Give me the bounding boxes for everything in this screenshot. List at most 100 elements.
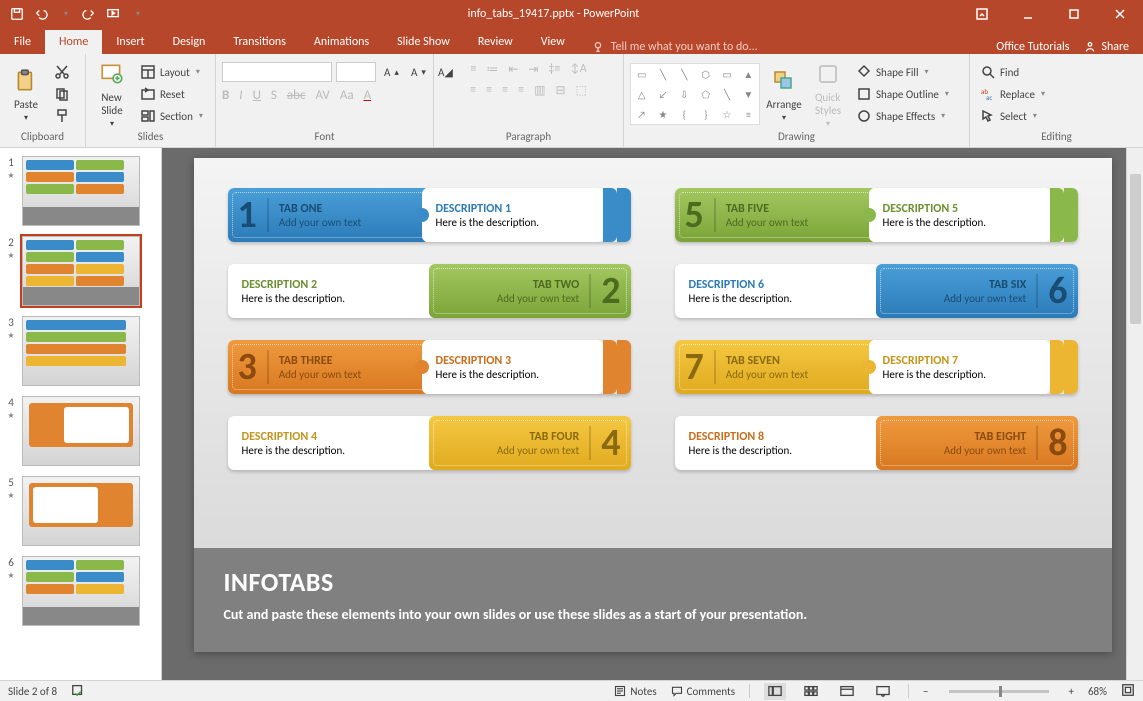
font-color-button[interactable]: A xyxy=(364,88,372,103)
zoom-slider[interactable] xyxy=(949,690,1049,693)
copy-button[interactable] xyxy=(50,84,74,104)
slideshow-view-button[interactable] xyxy=(872,683,894,700)
tab-transitions[interactable]: Transitions xyxy=(219,30,300,54)
infotab-7[interactable]: 7 TAB SEVENAdd your own text DESCRIPTION… xyxy=(675,340,1078,394)
line-spacing-button[interactable]: ‡≡ xyxy=(548,62,560,77)
cut-button[interactable] xyxy=(50,62,74,82)
minimize-button[interactable] xyxy=(1005,0,1051,28)
tab-numbox[interactable]: 6 TAB SIXAdd your own text xyxy=(876,264,1078,318)
slide-thumbnail-5[interactable]: 5★ xyxy=(4,476,157,546)
infotab-2[interactable]: DESCRIPTION 2 Here is the description. 2… xyxy=(228,264,631,318)
font-family-combo[interactable] xyxy=(222,62,332,82)
shadow-button[interactable]: S xyxy=(271,88,277,103)
tab-description[interactable]: DESCRIPTION 2 Here is the description. xyxy=(228,264,437,318)
infotab-3[interactable]: 3 TAB THREEAdd your own text DESCRIPTION… xyxy=(228,340,631,394)
tab-insert[interactable]: Insert xyxy=(102,30,158,54)
justify-button[interactable]: ≡ xyxy=(518,83,524,98)
tab-description[interactable]: DESCRIPTION 6 Here is the description. xyxy=(675,264,884,318)
tab-numbox[interactable]: 4 TAB FOURAdd your own text xyxy=(429,416,631,470)
tab-view[interactable]: View xyxy=(527,30,579,54)
redo-button[interactable] xyxy=(78,3,100,25)
columns-button[interactable]: ▥ xyxy=(534,83,545,98)
align-center-button[interactable]: ≡ xyxy=(486,83,492,98)
zoom-in-button[interactable]: + xyxy=(1069,685,1074,698)
infotab-1[interactable]: 1 TAB ONEAdd your own text DESCRIPTION 1… xyxy=(228,188,631,242)
decrease-indent-button[interactable]: ⇤ xyxy=(508,62,518,77)
new-slide-button[interactable]: New Slide ▾ xyxy=(92,59,132,129)
zoom-level[interactable]: 68% xyxy=(1088,685,1107,698)
format-painter-button[interactable] xyxy=(50,106,74,126)
zoom-out-button[interactable]: − xyxy=(923,685,928,698)
slide-canvas-area[interactable]: 1 TAB ONEAdd your own text DESCRIPTION 1… xyxy=(162,148,1143,680)
align-left-button[interactable]: ≡ xyxy=(470,83,476,98)
infotab-5[interactable]: 5 TAB FIVEAdd your own text DESCRIPTION … xyxy=(675,188,1078,242)
tell-me-search[interactable]: Tell me what you want to do... xyxy=(579,40,996,54)
underline-button[interactable]: U xyxy=(253,88,261,103)
slide-thumbnail-1[interactable]: 1★ xyxy=(4,156,157,226)
notes-button[interactable]: Notes xyxy=(614,685,656,698)
tab-numbox[interactable]: 3 TAB THREEAdd your own text xyxy=(228,340,430,394)
paste-button[interactable]: Paste ▾ xyxy=(6,66,46,123)
shape-fill-button[interactable]: Shape Fill xyxy=(852,62,953,82)
shape-effects-button[interactable]: Shape Effects xyxy=(852,106,953,126)
undo-dropdown[interactable] xyxy=(54,3,76,25)
start-slideshow-button[interactable] xyxy=(102,3,124,25)
maximize-button[interactable] xyxy=(1051,0,1097,28)
fit-to-window-button[interactable] xyxy=(1121,683,1135,700)
tab-home[interactable]: Home xyxy=(45,30,102,54)
infotab-6[interactable]: DESCRIPTION 6 Here is the description. 6… xyxy=(675,264,1078,318)
tab-numbox[interactable]: 2 TAB TWOAdd your own text xyxy=(429,264,631,318)
tab-review[interactable]: Review xyxy=(464,30,527,54)
tab-description[interactable]: DESCRIPTION 4 Here is the description. xyxy=(228,416,437,470)
find-button[interactable]: Find xyxy=(976,62,1049,82)
italic-button[interactable]: I xyxy=(239,88,242,103)
office-tutorials-link[interactable]: Office Tutorials xyxy=(996,40,1069,54)
slide-indicator[interactable]: Slide 2 of 8 xyxy=(8,685,57,698)
strikethrough-button[interactable]: abc xyxy=(287,88,306,103)
vertical-scrollbar[interactable] xyxy=(1126,148,1143,680)
slide-thumbnail-6[interactable]: 6★ xyxy=(4,556,157,626)
text-direction-button[interactable]: ↕A xyxy=(570,62,586,77)
replace-button[interactable]: abacReplace xyxy=(976,84,1049,104)
spell-check-icon[interactable] xyxy=(71,683,85,700)
tab-description[interactable]: DESCRIPTION 8 Here is the description. xyxy=(675,416,884,470)
undo-button[interactable] xyxy=(30,3,52,25)
layout-button[interactable]: Layout xyxy=(136,62,207,82)
align-text-button[interactable]: ⊟ xyxy=(555,83,565,98)
numbering-button[interactable]: ≔ xyxy=(486,62,498,77)
slide-thumbnail-3[interactable]: 3★ xyxy=(4,316,157,386)
decrease-font-button[interactable]: A▾ xyxy=(407,62,430,82)
tab-description[interactable]: DESCRIPTION 5 Here is the description. xyxy=(869,188,1050,242)
tab-numbox[interactable]: 5 TAB FIVEAdd your own text xyxy=(675,188,877,242)
char-spacing-button[interactable]: AV xyxy=(315,88,329,103)
slide-thumbnail-panel[interactable]: 1★ 2★ 3★ 4★ 5★ 6★ xyxy=(0,148,162,680)
tab-design[interactable]: Design xyxy=(159,30,220,54)
tab-numbox[interactable]: 8 TAB EIGHTAdd your own text xyxy=(876,416,1078,470)
bold-button[interactable]: B xyxy=(222,88,229,103)
infotab-4[interactable]: DESCRIPTION 4 Here is the description. 4… xyxy=(228,416,631,470)
font-size-combo[interactable] xyxy=(336,62,376,82)
infotab-8[interactable]: DESCRIPTION 8 Here is the description. 8… xyxy=(675,416,1078,470)
tab-numbox[interactable]: 1 TAB ONEAdd your own text xyxy=(228,188,430,242)
select-button[interactable]: Select xyxy=(976,106,1049,126)
increase-font-button[interactable]: A▴ xyxy=(380,62,403,82)
slide-footer[interactable]: INFOTABS Cut and paste these elements in… xyxy=(194,548,1112,652)
slide-thumbnail-4[interactable]: 4★ xyxy=(4,396,157,466)
bullets-button[interactable]: ≡ xyxy=(470,62,476,77)
smartart-button[interactable]: ⬚ xyxy=(576,83,587,98)
tab-slideshow[interactable]: Slide Show xyxy=(383,30,464,54)
slide-thumbnail-2[interactable]: 2★ xyxy=(4,236,157,306)
arrange-button[interactable]: Arrange▾ xyxy=(764,66,804,123)
section-button[interactable]: Section xyxy=(136,106,207,126)
save-button[interactable] xyxy=(6,3,28,25)
reading-view-button[interactable] xyxy=(836,683,858,700)
align-right-button[interactable]: ≡ xyxy=(502,83,508,98)
tab-description[interactable]: DESCRIPTION 7 Here is the description. xyxy=(869,340,1050,394)
slide[interactable]: 1 TAB ONEAdd your own text DESCRIPTION 1… xyxy=(194,158,1112,652)
tab-file[interactable]: File xyxy=(0,30,45,54)
tab-description[interactable]: DESCRIPTION 1 Here is the description. xyxy=(422,188,603,242)
tab-animations[interactable]: Animations xyxy=(300,30,383,54)
quick-styles-button[interactable]: Quick Styles▾ xyxy=(808,59,848,129)
shape-outline-button[interactable]: Shape Outline xyxy=(852,84,953,104)
tab-description[interactable]: DESCRIPTION 3 Here is the description. xyxy=(422,340,603,394)
